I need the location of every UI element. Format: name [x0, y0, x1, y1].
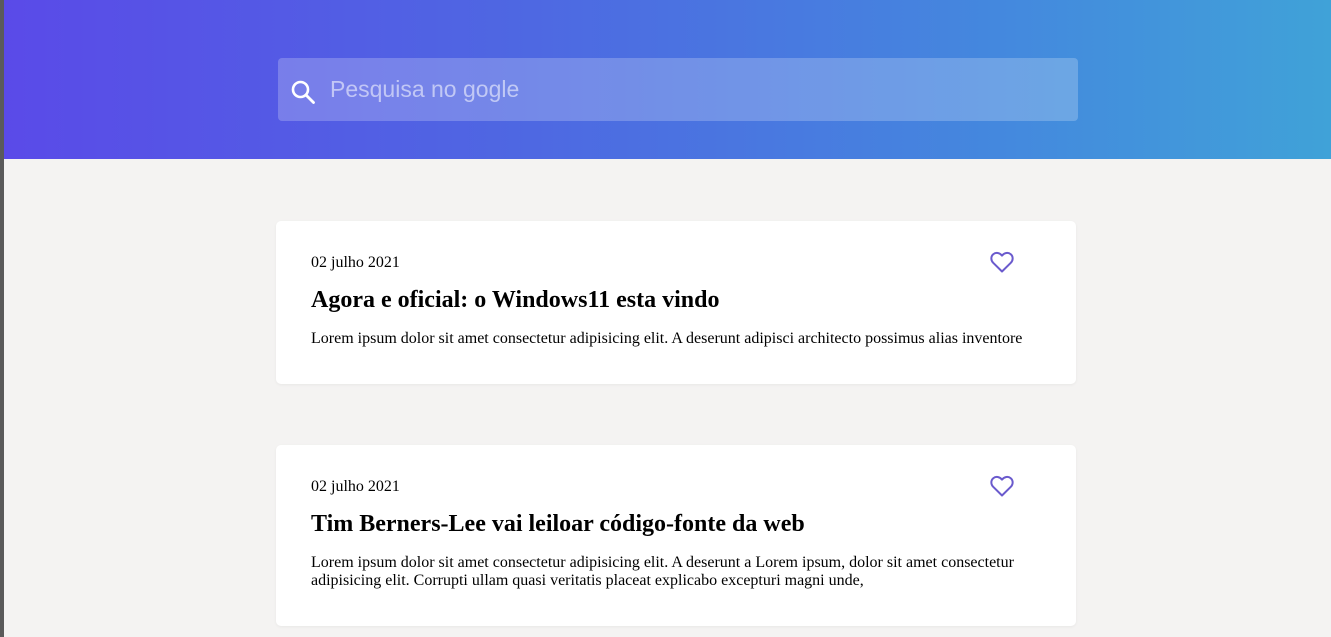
post-title: Tim Berners-Lee vai leiloar código-fonte… [311, 511, 805, 537]
search-bar[interactable] [278, 58, 1078, 121]
post-date: 02 julho 2021 [311, 478, 400, 495]
heart-icon[interactable] [990, 475, 1014, 497]
post-title: Agora e oficial: o Windows11 esta vindo [311, 287, 720, 313]
post-card: 02 julho 2021 Tim Berners-Lee vai leiloa… [276, 445, 1076, 626]
heart-icon[interactable] [990, 251, 1014, 273]
window-left-edge [0, 0, 4, 637]
post-excerpt: Lorem ipsum dolor sit amet consectetur a… [311, 554, 1014, 589]
search-icon [290, 79, 316, 105]
post-card: 02 julho 2021 Agora e oficial: o Windows… [276, 221, 1076, 384]
post-excerpt: Lorem ipsum dolor sit amet consectetur a… [311, 330, 1023, 347]
page-header [0, 0, 1331, 159]
post-date: 02 julho 2021 [311, 254, 400, 271]
search-input[interactable] [330, 58, 1060, 121]
